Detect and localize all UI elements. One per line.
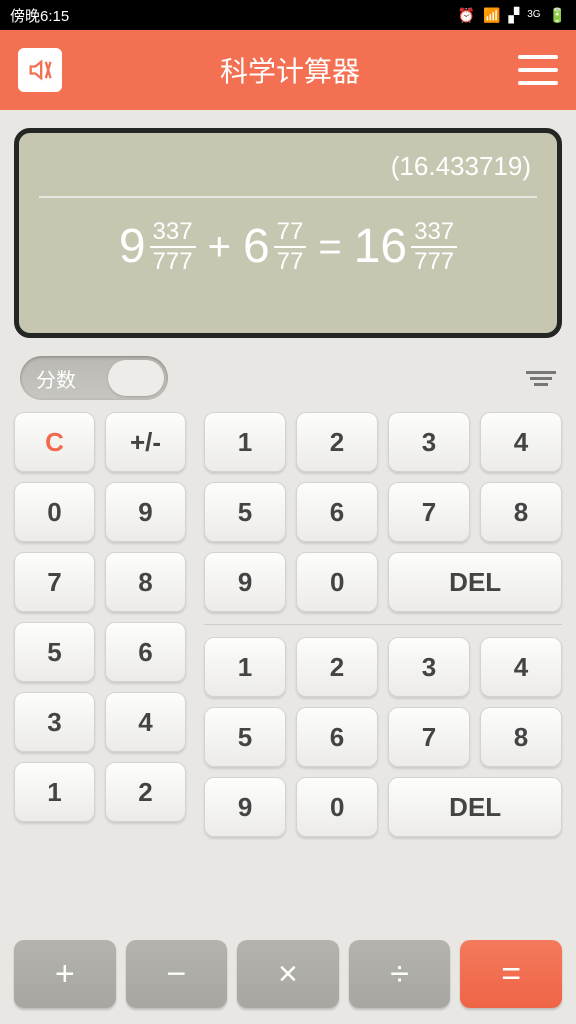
wifi-icon: 📶 <box>483 7 500 24</box>
num-key-9b[interactable]: 9 <box>204 777 286 837</box>
key-6[interactable]: 6 <box>105 622 186 682</box>
multiply-button[interactable]: × <box>237 940 339 1008</box>
term-result: 16 337777 <box>354 220 457 274</box>
add-button[interactable]: + <box>14 940 116 1008</box>
term-2: 6 7777 <box>243 220 306 274</box>
operator-plus: + <box>202 225 237 270</box>
clear-button[interactable]: C <box>14 412 95 472</box>
num-key-3b[interactable]: 3 <box>388 637 470 697</box>
num-key-8a[interactable]: 8 <box>480 482 562 542</box>
num-key-3a[interactable]: 3 <box>388 412 470 472</box>
keypad-divider <box>204 624 562 625</box>
alarm-icon: ⏰ <box>458 7 475 24</box>
sign-toggle-button[interactable]: +/- <box>105 412 186 472</box>
fraction-expression: 9 337777 + 6 7777 = 16 337777 <box>39 220 537 274</box>
key-5[interactable]: 5 <box>14 622 95 682</box>
left-keypad: C +/- 0 9 7 8 5 6 3 4 1 2 <box>14 412 186 932</box>
num-key-2b[interactable]: 2 <box>296 637 378 697</box>
num-key-8b[interactable]: 8 <box>480 707 562 767</box>
expand-button[interactable] <box>526 371 556 386</box>
num-key-4b[interactable]: 4 <box>480 637 562 697</box>
decimal-result: (16.433719) <box>39 151 537 182</box>
key-4[interactable]: 4 <box>105 692 186 752</box>
status-bar: 傍晚6:15 ⏰ 📶 ▞ 3G 🔋 <box>0 0 576 30</box>
num-key-0b[interactable]: 0 <box>296 777 378 837</box>
num-key-1b[interactable]: 1 <box>204 637 286 697</box>
right-keypad: 1 2 3 4 5 6 7 8 9 0 DEL 1 2 3 4 5 6 7 8 <box>204 412 562 932</box>
key-0[interactable]: 0 <box>14 482 95 542</box>
num-key-5a[interactable]: 5 <box>204 482 286 542</box>
operator-bar: + − × ÷ = <box>0 932 576 1024</box>
toggle-label: 分数 <box>20 364 76 393</box>
num-key-7a[interactable]: 7 <box>388 482 470 542</box>
signal-icon: ▞ <box>508 7 519 24</box>
num-key-7b[interactable]: 7 <box>388 707 470 767</box>
num-key-2a[interactable]: 2 <box>296 412 378 472</box>
key-2[interactable]: 2 <box>105 762 186 822</box>
del-button-top[interactable]: DEL <box>388 552 562 612</box>
num-key-1a[interactable]: 1 <box>204 412 286 472</box>
mute-icon-button[interactable] <box>18 48 62 92</box>
key-1[interactable]: 1 <box>14 762 95 822</box>
app-title: 科学计算器 <box>220 50 360 90</box>
chevron-down-icon <box>526 371 556 374</box>
app-header: 科学计算器 <box>0 30 576 110</box>
term-1: 9 337777 <box>119 220 196 274</box>
fraction-mode-toggle[interactable]: 分数 <box>20 356 168 400</box>
num-key-9a[interactable]: 9 <box>204 552 286 612</box>
operator-equals: = <box>312 225 347 270</box>
key-8[interactable]: 8 <box>105 552 186 612</box>
status-tray: ⏰ 📶 ▞ 3G 🔋 <box>458 7 566 24</box>
mute-icon <box>26 56 54 84</box>
toggle-knob <box>108 360 164 396</box>
hamburger-icon <box>518 55 558 59</box>
key-9[interactable]: 9 <box>105 482 186 542</box>
subtract-button[interactable]: − <box>126 940 228 1008</box>
key-3[interactable]: 3 <box>14 692 95 752</box>
num-key-0a[interactable]: 0 <box>296 552 378 612</box>
key-7[interactable]: 7 <box>14 552 95 612</box>
num-key-5b[interactable]: 5 <box>204 707 286 767</box>
num-key-4a[interactable]: 4 <box>480 412 562 472</box>
num-key-6a[interactable]: 6 <box>296 482 378 542</box>
battery-icon: 🔋 <box>549 7 566 24</box>
divide-button[interactable]: ÷ <box>349 940 451 1008</box>
equals-button[interactable]: = <box>460 940 562 1008</box>
network-label: 3G <box>527 10 540 20</box>
num-key-6b[interactable]: 6 <box>296 707 378 767</box>
menu-button[interactable] <box>518 55 558 85</box>
calc-display: (16.433719) 9 337777 + 6 7777 = 16 33777… <box>14 128 562 338</box>
del-button-bottom[interactable]: DEL <box>388 777 562 837</box>
status-time: 傍晚6:15 <box>10 5 69 26</box>
